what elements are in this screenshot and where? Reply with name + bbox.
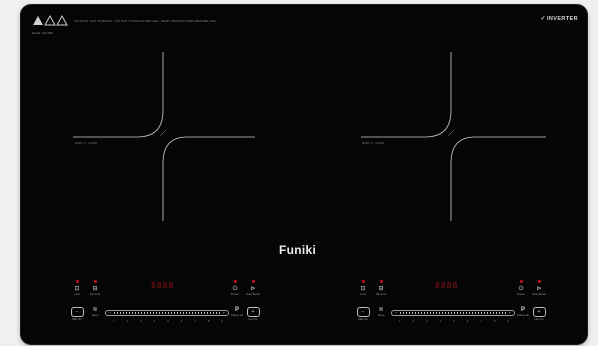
- right-slider-scale: 1 2 3 4 5 6 7 8 9: [399, 319, 509, 323]
- slider-track: [400, 312, 506, 314]
- right-display: 8888: [435, 281, 459, 290]
- indicator-led: [75, 280, 79, 283]
- minus-icon: −: [70, 307, 84, 317]
- left-auto-button[interactable]: ⊳ Auto Boost: [245, 280, 261, 296]
- indicator-led: [251, 280, 255, 283]
- left-power-slider[interactable]: − +: [105, 310, 229, 316]
- left-plus-button[interactable]: + Hot fire: [245, 307, 261, 321]
- indicator-led: [519, 280, 523, 283]
- left-minus-button[interactable]: − Mild fire: [69, 307, 85, 321]
- left-lock-button[interactable]: ⊡ Lock: [69, 280, 85, 296]
- slider-minus-icon: −: [109, 310, 112, 315]
- right-timer-button[interactable]: ⊟ Set time: [373, 280, 389, 296]
- slider-plus-icon: +: [508, 310, 511, 315]
- right-auto-button[interactable]: ⊳ Auto Boost: [531, 280, 547, 296]
- brand-logo: Funiki: [279, 243, 317, 257]
- minus-icon: −: [356, 307, 370, 317]
- slider-track: [114, 312, 220, 314]
- right-zone-corner-br: [450, 136, 546, 221]
- left-slider-scale: 1 2 3 4 5 6 7 8 9: [113, 319, 223, 323]
- indicator-led: [537, 280, 541, 283]
- zone-markings: [73, 52, 546, 221]
- warning-text: CAUTION: HOT SURFACE - DO NOT TOUCH AFTE…: [74, 19, 216, 23]
- left-timer-button[interactable]: ⊟ Set time: [87, 280, 103, 296]
- left-power-button[interactable]: ⏻ Power: [227, 280, 243, 296]
- indicator-led: [233, 280, 237, 283]
- indicator-led: [93, 280, 97, 283]
- right-power-button[interactable]: ⏻ Power: [513, 280, 529, 296]
- slider-plus-icon: +: [222, 310, 225, 315]
- right-zone-label: Φ200 | 2 - 2100W: [362, 141, 385, 145]
- left-zone-label: Φ200 | 1 - 2100W: [75, 141, 98, 145]
- left-keep-button[interactable]: ≋ Keep: [87, 307, 103, 317]
- left-zone-corner-br: [162, 136, 255, 221]
- left-display: 8888: [151, 281, 175, 290]
- indicator-led: [361, 280, 365, 283]
- right-keep-button[interactable]: ≋ Keep: [373, 307, 389, 317]
- right-plus-button[interactable]: + Hot fire: [531, 307, 547, 321]
- slider-minus-icon: −: [395, 310, 398, 315]
- plus-icon: +: [246, 307, 260, 317]
- right-power-slider[interactable]: − +: [391, 310, 515, 316]
- right-pause-button[interactable]: P Pause all: [515, 307, 531, 317]
- left-zone-corner-tl: [73, 52, 164, 138]
- inverter-mark-icon: ✓: [540, 16, 546, 22]
- right-zone-corner-tl: [361, 52, 452, 138]
- indicator-led: [379, 280, 383, 283]
- warning-icons: [33, 14, 68, 26]
- left-pause-button[interactable]: P Pause all: [229, 307, 245, 317]
- inverter-logo: ✓ INVERTER: [540, 15, 578, 23]
- plus-icon: +: [532, 307, 546, 317]
- right-minus-button[interactable]: − Mild fire: [355, 307, 371, 321]
- cooktop-glass-panel: CAUTION: HOT SURFACE - DO NOT TOUCH AFTE…: [21, 5, 587, 344]
- right-lock-button[interactable]: ⊡ Lock: [355, 280, 371, 296]
- model-number: Model: HIP-256: [32, 31, 53, 35]
